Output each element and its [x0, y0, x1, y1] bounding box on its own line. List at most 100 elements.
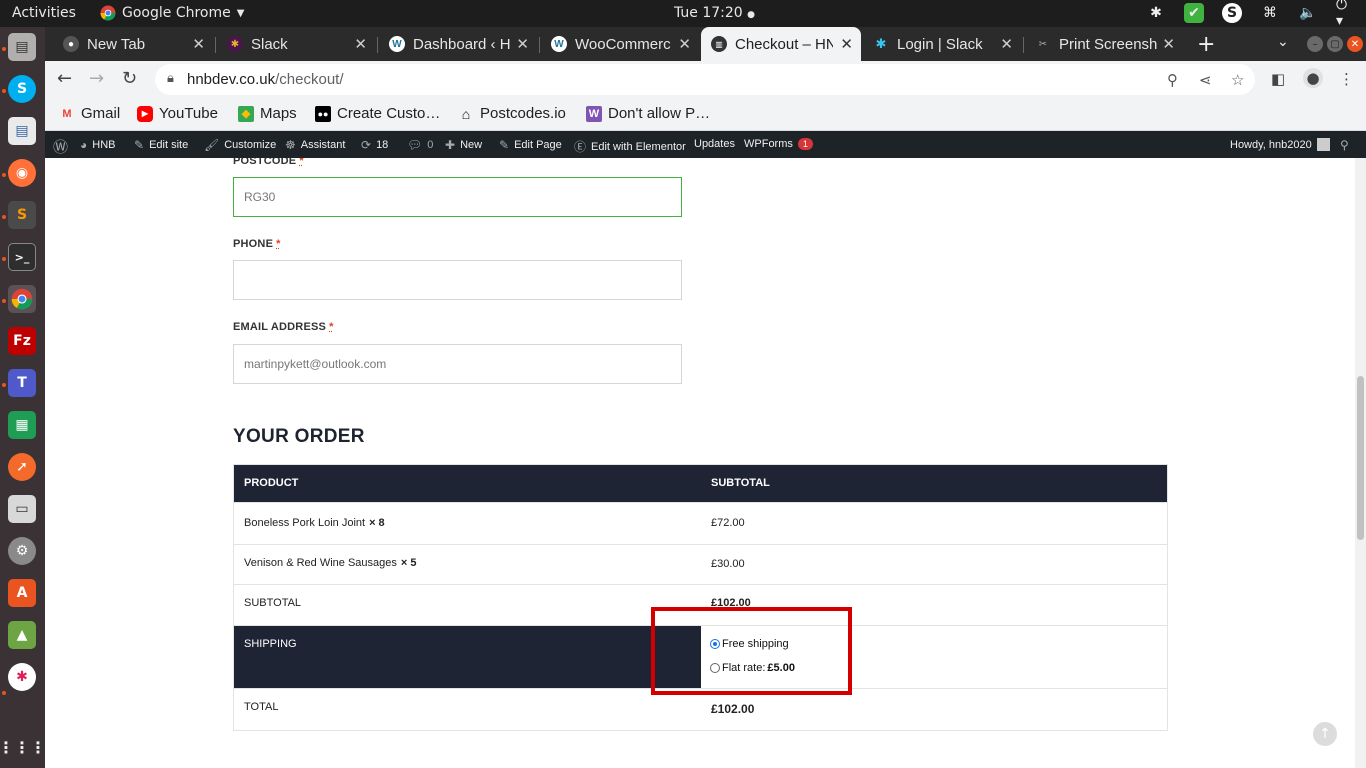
wp-howdy[interactable]: Howdy, hnb2020 [1230, 138, 1330, 151]
bookmark-gmail[interactable]: M Gmail [59, 105, 120, 122]
zoom-icon[interactable]: ⚲ [1167, 71, 1178, 89]
tab-slack[interactable]: ✱ Slack ✕ [217, 27, 375, 61]
email-input[interactable]: martinpykett@outlook.com [233, 344, 682, 384]
tab-title: WooCommerc [575, 35, 671, 53]
printer-icon[interactable]: ▭ [8, 495, 36, 523]
wp-comments[interactable]: 💬︎ 0 [407, 138, 433, 152]
bookmark-youtube[interactable]: ▶ YouTube [137, 105, 218, 122]
wp-assistant[interactable]: ☸ Assistant [285, 138, 345, 152]
dock: ▤ S ▤ ◉ S >_ Fz T ▦ ➚ ▭ ⚙ A ▲ ✱ ⋮⋮⋮ [0, 27, 46, 768]
check-tray-icon[interactable]: ✔ [1184, 3, 1204, 23]
scrollbar-thumb[interactable] [1357, 376, 1364, 540]
wp-edit-page[interactable]: ✎ Edit Page [499, 138, 562, 152]
tab-dashboard[interactable]: W Dashboard ‹ H ✕ [379, 27, 537, 61]
wp-elementor[interactable]: Ⓔ Edit with Elementor [574, 138, 686, 155]
app-menu[interactable]: Google Chrome ▼ [100, 5, 244, 21]
running-indicator [2, 173, 6, 177]
url-domain: hnbdev.co.uk [187, 71, 276, 88]
search-icon[interactable]: ⚲ [1340, 138, 1349, 152]
arrow-up-icon: ↑ [1319, 726, 1331, 742]
required-mark: * [299, 158, 304, 167]
software-center-icon[interactable]: A [8, 579, 36, 607]
power-icon[interactable]: ⏻ ▾ [1336, 0, 1356, 29]
tab-print-screenshot[interactable]: ✂ Print Screensh ✕ [1025, 27, 1183, 61]
tab-login-slack[interactable]: ✱ Login | Slack ✕ [863, 27, 1021, 61]
wp-customize[interactable]: 🖌︎ Customize [204, 138, 276, 152]
maximize-button[interactable]: ▢ [1327, 36, 1343, 52]
address-bar[interactable]: 🔒︎ hnbdev.co.uk/checkout/ ⚲ ⋖ ☆ [155, 64, 1255, 95]
volume-icon[interactable]: 🔈 [1298, 3, 1318, 23]
slack-tray-icon[interactable]: ✱ [1146, 3, 1166, 23]
show-apps-icon[interactable]: ⋮⋮⋮ [0, 733, 46, 761]
bookmark-postcodes[interactable]: ⌂ Postcodes.io [458, 105, 566, 122]
wordpress-logo-icon[interactable]: Ⓦ [53, 136, 68, 157]
new-tab-button[interactable]: + [1197, 32, 1215, 57]
bookmark-maps[interactable]: ◆ Maps [238, 105, 297, 122]
chrome-icon [100, 5, 116, 21]
skype-tray-icon[interactable]: S [1222, 3, 1242, 23]
bookmarks-bar: M Gmail ▶ YouTube ◆ Maps ●● Create Custo… [45, 98, 1366, 131]
reload-icon[interactable]: ↻ [122, 68, 137, 89]
wp-new[interactable]: ✚ New [445, 138, 482, 152]
close-icon[interactable]: ✕ [1162, 35, 1175, 53]
spreadsheet-icon[interactable]: ▦ [8, 411, 36, 439]
sublime-text-icon[interactable]: S [8, 201, 36, 229]
more-menu-icon[interactable]: ⋮ [1339, 70, 1354, 88]
terminal-icon[interactable]: >_ [8, 243, 36, 271]
line-subtotal: £72.00 [711, 517, 745, 529]
forward-arrow-icon[interactable]: → [89, 68, 104, 89]
close-window-button[interactable]: ✕ [1347, 36, 1363, 52]
slack-icon[interactable]: ✱ [8, 663, 36, 691]
compass-icon[interactable]: ➚ [8, 453, 36, 481]
bookmark-star-icon[interactable]: ☆ [1231, 71, 1244, 89]
wp-updates-count[interactable]: ⟳ 18 [361, 138, 388, 152]
side-panel-icon[interactable]: ◧ [1271, 70, 1285, 88]
running-indicator [2, 47, 6, 51]
brush-icon: 🖌︎ [204, 138, 220, 152]
activities-button[interactable]: Activities [12, 5, 76, 21]
files-icon[interactable]: ▤ [8, 33, 36, 61]
wp-wpforms[interactable]: WPForms 1 [744, 138, 813, 150]
skype-icon[interactable]: S [8, 75, 36, 103]
profile-avatar-icon[interactable]: ● [1303, 68, 1323, 88]
assistant-icon: ☸ [285, 138, 296, 152]
avatar [1316, 138, 1330, 151]
document-viewer-icon[interactable]: ▤ [8, 117, 36, 145]
close-icon[interactable]: ✕ [678, 35, 691, 53]
page-scrollbar[interactable] [1355, 158, 1366, 768]
postcode-input[interactable]: RG30 [233, 177, 682, 217]
close-icon[interactable]: ✕ [192, 35, 205, 53]
lock-icon[interactable]: 🔒︎ [167, 71, 174, 86]
close-icon[interactable]: ✕ [516, 35, 529, 53]
wp-site-link[interactable]: ◕ HNB [80, 138, 115, 152]
chrome-icon[interactable] [8, 285, 36, 313]
close-icon[interactable]: ✕ [840, 35, 853, 53]
phone-input[interactable] [233, 260, 682, 300]
firefox-icon[interactable]: ◉ [8, 159, 36, 187]
teams-icon[interactable]: T [8, 369, 36, 397]
bookmark-create-custom[interactable]: ●● Create Custo… [315, 105, 440, 122]
gmail-icon: M [62, 107, 72, 120]
tab-new-tab[interactable]: ● New Tab ✕ [53, 27, 213, 61]
filezilla-icon[interactable]: Fz [8, 327, 36, 355]
bookmark-dont-allow[interactable]: W Don't allow P… [586, 105, 710, 122]
clock[interactable]: Tue 17:20 ● [674, 5, 755, 21]
share-icon[interactable]: ⋖ [1199, 71, 1212, 89]
wp-updates[interactable]: Updates [694, 138, 735, 150]
tab-woocommerce[interactable]: W WooCommerc ✕ [541, 27, 699, 61]
image-viewer-icon[interactable]: ▲ [8, 621, 36, 649]
tab-checkout[interactable]: ▥ Checkout – HN ✕ [701, 27, 861, 61]
settings-icon[interactable]: ⚙ [8, 537, 36, 565]
close-icon[interactable]: ✕ [1000, 35, 1013, 53]
url-text[interactable]: hnbdev.co.uk/checkout/ [187, 71, 344, 88]
network-icon[interactable]: ⌘ [1260, 3, 1280, 23]
minimize-button[interactable]: – [1307, 36, 1323, 52]
chrome-logo-icon [11, 288, 33, 310]
close-icon[interactable]: ✕ [354, 35, 367, 53]
bookmark-label: Maps [260, 105, 297, 122]
back-arrow-icon[interactable]: ← [57, 68, 72, 89]
scroll-to-top-button[interactable]: ↑ [1313, 722, 1337, 746]
running-indicator [2, 215, 6, 219]
tab-search-chevron-icon[interactable]: ⌄ [1277, 34, 1289, 50]
wp-edit-site[interactable]: ✎ Edit site [134, 138, 188, 152]
